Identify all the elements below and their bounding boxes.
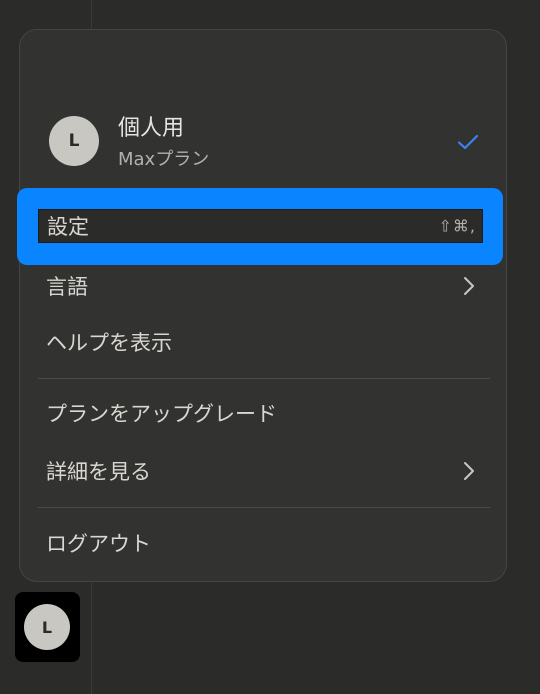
menu-item-language-label: 言語 — [46, 275, 88, 299]
account-menu-button[interactable]: L — [15, 592, 80, 662]
menu-item-help-label: ヘルプを表示 — [46, 331, 172, 355]
account-plan: Maxプラン — [118, 149, 210, 170]
menu-item-language[interactable]: 言語 — [20, 264, 506, 308]
menu-item-details[interactable]: 詳細を見る — [20, 449, 506, 493]
menu-item-help[interactable]: ヘルプを表示 — [20, 320, 506, 364]
avatar: L — [24, 604, 70, 650]
account-item-personal[interactable]: L 個人用 Maxプラン — [20, 108, 506, 178]
menu-item-logout[interactable]: ログアウト — [20, 521, 506, 565]
menu-separator — [38, 378, 490, 379]
checkmark-icon — [457, 134, 479, 150]
menu-item-logout-label: ログアウト — [46, 532, 151, 556]
account-name: 個人用 — [118, 116, 185, 141]
menu-item-upgrade[interactable]: プランをアップグレード — [20, 391, 506, 435]
menu-separator — [38, 507, 490, 508]
menu-item-upgrade-label: プランをアップグレード — [46, 402, 277, 426]
avatar: L — [49, 116, 99, 166]
menu-item-settings-label: 設定 — [47, 215, 89, 239]
chevron-right-icon — [464, 462, 474, 480]
chevron-right-icon — [464, 277, 474, 295]
menu-item-settings[interactable]: 設定 ⇧⌘, — [38, 209, 483, 243]
settings-shortcut: ⇧⌘, — [438, 216, 476, 236]
menu-item-details-label: 詳細を見る — [46, 460, 151, 484]
settings-highlight: 設定 ⇧⌘, — [17, 188, 503, 265]
account-menu: L 個人用 Maxプラン 言語 ヘルプを表示 プランをアップグレード 詳細を見る… — [19, 29, 507, 582]
